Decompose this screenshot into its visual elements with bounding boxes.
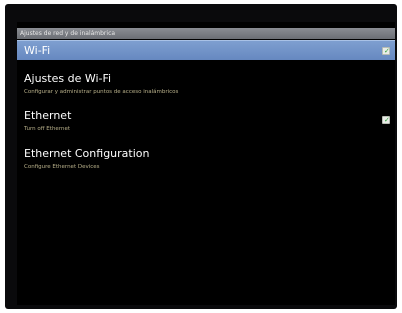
tv-screen-bezel: Ajustes de red y de inalámbrica Wi-Fi ✓ …	[5, 4, 397, 309]
wifi-label: Wi-Fi	[24, 44, 51, 57]
settings-title-bar: Ajustes de red y de inalámbrica	[17, 28, 395, 39]
wifi-checkbox[interactable]: ✓	[382, 47, 390, 55]
ethernet-checkbox[interactable]: ✓	[382, 116, 390, 124]
checkbox-checked-icon: ✓	[384, 116, 390, 124]
wifi-settings-summary: Configurar y administrar puntos de acces…	[24, 89, 179, 95]
wifi-settings-row[interactable]: Ajustes de Wi-Fi Configurar y administra…	[17, 70, 395, 106]
ethernet-summary: Turn off Ethernet	[24, 126, 71, 132]
wifi-toggle-row[interactable]: Wi-Fi ✓	[17, 40, 395, 60]
ethernet-configuration-label: Ethernet Configuration	[24, 147, 150, 160]
ethernet-toggle-row[interactable]: Ethernet Turn off Ethernet ✓	[17, 109, 395, 145]
checkbox-checked-icon: ✓	[384, 47, 390, 55]
settings-screen: Ajustes de red y de inalámbrica Wi-Fi ✓ …	[17, 22, 395, 305]
wifi-settings-label: Ajustes de Wi-Fi	[24, 72, 112, 85]
ethernet-configuration-row[interactable]: Ethernet Configuration Configure Etherne…	[17, 146, 395, 182]
ethernet-configuration-summary: Configure Ethernet Devices	[24, 164, 100, 170]
ethernet-label: Ethernet	[24, 109, 72, 122]
